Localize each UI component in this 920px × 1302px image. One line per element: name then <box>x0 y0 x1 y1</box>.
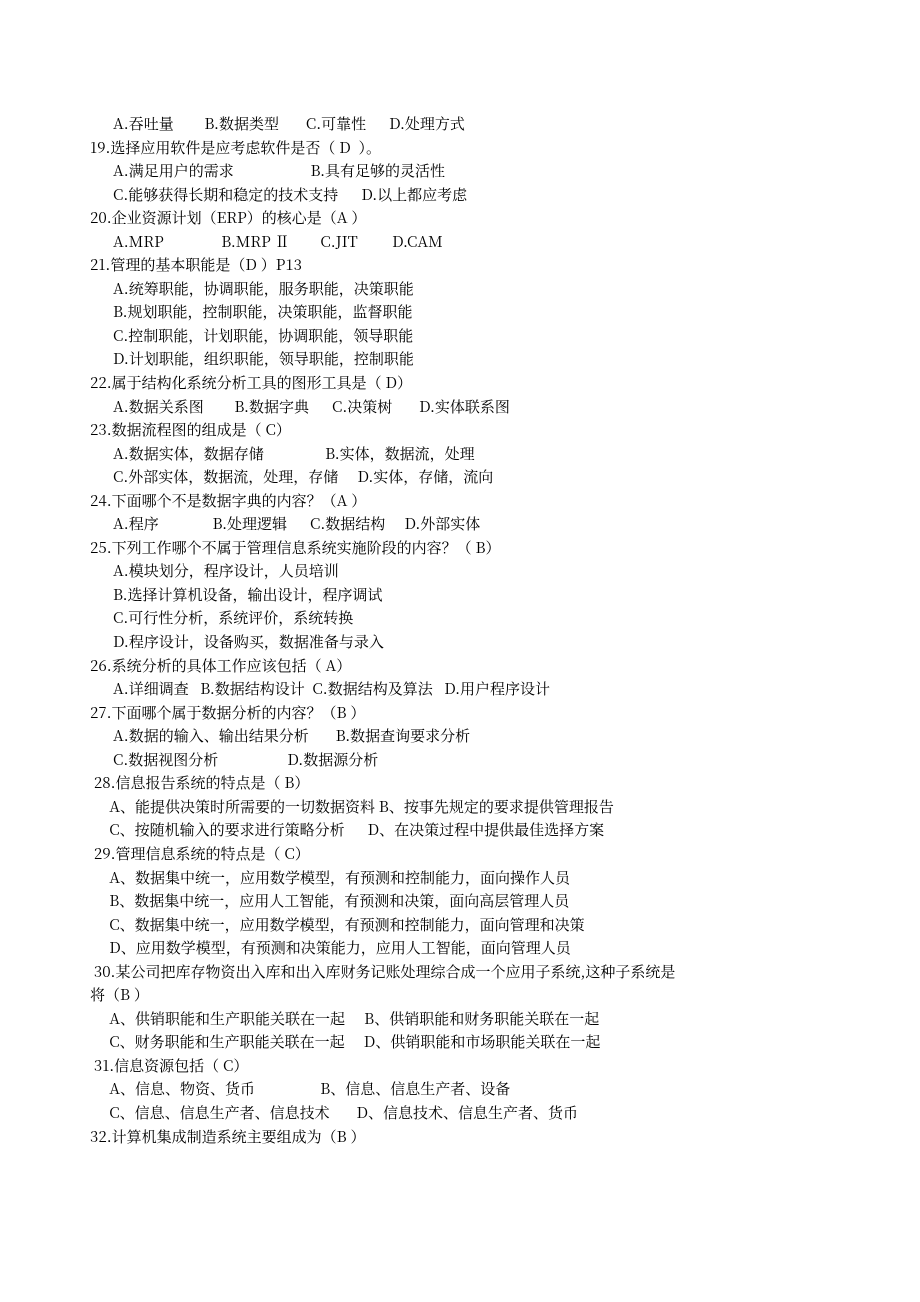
text-line: C.外部实体，数据流，处理，存储 D.实体，存储，流向 <box>90 465 830 489</box>
text-line: A.吞吐量 B.数据类型 C.可靠性 D.处理方式 <box>90 112 830 136</box>
text-line: A.统筹职能，协调职能，服务职能，决策职能 <box>90 277 830 301</box>
text-line: A、信息、物资、货币 B、信息、信息生产者、设备 <box>90 1077 830 1101</box>
text-line: 29.管理信息系统的特点是（ C） <box>90 842 830 866</box>
text-line: C.控制职能，计划职能，协调职能，领导职能 <box>90 324 830 348</box>
text-line: 21.管理的基本职能是（D ）P13 <box>90 253 830 277</box>
text-line: 23.数据流程图的组成是（ C） <box>90 418 830 442</box>
text-line: A、供销职能和生产职能关联在一起 B、供销职能和财务职能关联在一起 <box>90 1007 830 1031</box>
text-line: C.可行性分析，系统评价，系统转换 <box>90 606 830 630</box>
text-line: A.详细调查 B.数据结构设计 C.数据结构及算法 D.用户程序设计 <box>90 677 830 701</box>
text-line: 27.下面哪个属于数据分析的内容？（B ） <box>90 701 830 725</box>
text-line: 20.企业资源计划（ERP）的核心是（A ） <box>90 206 830 230</box>
text-line: 25.下列工作哪个不属于管理信息系统实施阶段的内容？（ B） <box>90 536 830 560</box>
text-line: A.数据关系图 B.数据字典 C.决策树 D.实体联系图 <box>90 395 830 419</box>
text-line: C、按随机输入的要求进行策略分析 D、在决策过程中提供最佳选择方案 <box>90 818 830 842</box>
text-line: C.数据视图分析 D.数据源分析 <box>90 748 830 772</box>
text-line: 将（B ） <box>90 983 830 1007</box>
text-line: A.MRP B.MRP Ⅱ C.JIT D.CAM <box>90 230 830 254</box>
text-line: C、财务职能和生产职能关联在一起 D、供销职能和市场职能关联在一起 <box>90 1030 830 1054</box>
text-line: B.规划职能，控制职能，决策职能，监督职能 <box>90 300 830 324</box>
text-line: A.模块划分，程序设计，人员培训 <box>90 559 830 583</box>
document-body: A.吞吐量 B.数据类型 C.可靠性 D.处理方式19.选择应用软件是应考虑软件… <box>90 112 830 1148</box>
text-line: A、数据集中统一，应用数学模型，有预测和控制能力，面向操作人员 <box>90 866 830 890</box>
text-line: 24.下面哪个不是数据字典的内容？（A ） <box>90 489 830 513</box>
text-line: 26.系统分析的具体工作应该包括（ A） <box>90 654 830 678</box>
text-line: C.能够获得长期和稳定的技术支持 D.以上都应考虑 <box>90 183 830 207</box>
text-line: 31.信息资源包括（ C） <box>90 1054 830 1078</box>
text-line: C、信息、信息生产者、信息技术 D、信息技术、信息生产者、货币 <box>90 1101 830 1125</box>
text-line: D.程序设计，设备购买，数据准备与录入 <box>90 630 830 654</box>
text-line: A.程序 B.处理逻辑 C.数据结构 D.外部实体 <box>90 512 830 536</box>
text-line: A、能提供决策时所需要的一切数据资料 B、按事先规定的要求提供管理报告 <box>90 795 830 819</box>
text-line: 28.信息报告系统的特点是（ B） <box>90 771 830 795</box>
text-line: C、数据集中统一，应用数学模型，有预测和控制能力，面向管理和决策 <box>90 913 830 937</box>
text-line: B.选择计算机设备，输出设计，程序调试 <box>90 583 830 607</box>
text-line: D.计划职能，组织职能，领导职能，控制职能 <box>90 347 830 371</box>
text-line: A.满足用户的需求 B.具有足够的灵活性 <box>90 159 830 183</box>
text-line: 32.计算机集成制造系统主要组成为（B ） <box>90 1125 830 1149</box>
text-line: B、数据集中统一，应用人工智能，有预测和决策，面向高层管理人员 <box>90 889 830 913</box>
text-line: A.数据实体，数据存储 B.实体，数据流，处理 <box>90 442 830 466</box>
text-line: A.数据的输入、输出结果分析 B.数据查询要求分析 <box>90 724 830 748</box>
text-line: 30.某公司把库存物资出入库和出入库财务记账处理综合成一个应用子系统,这种子系统… <box>90 960 830 984</box>
text-line: D、应用数学模型，有预测和决策能力，应用人工智能，面向管理人员 <box>90 936 830 960</box>
text-line: 19.选择应用软件是应考虑软件是否（ D ）。 <box>90 136 830 160</box>
text-line: 22.属于结构化系统分析工具的图形工具是（ D） <box>90 371 830 395</box>
